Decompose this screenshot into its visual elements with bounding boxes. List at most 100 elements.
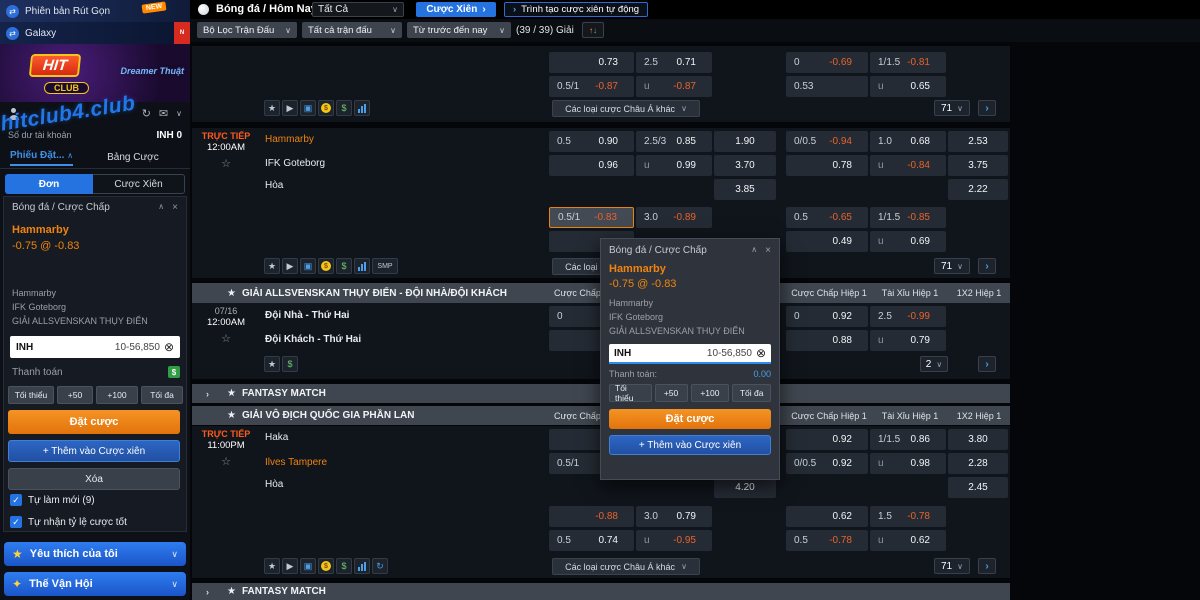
odds-cell[interactable]: 2.22 <box>948 179 1008 200</box>
odds-cell[interactable]: 0.62 <box>786 506 868 527</box>
play-icon[interactable]: ▶ <box>282 558 298 574</box>
odds-cell[interactable]: 0.53 <box>786 76 868 97</box>
odds-cell[interactable]: 0.5-0.65 <box>786 207 868 228</box>
chevron-down-icon[interactable]: ∨ <box>176 110 182 118</box>
odds-cell[interactable]: 0.50.90 <box>549 131 634 152</box>
hitclub-logo[interactable]: HIT CLUB Dreamer Thuật <box>0 44 190 102</box>
odds-cell[interactable]: u0.79 <box>870 330 946 351</box>
odds-cell[interactable]: 1.5-0.78 <box>870 506 946 527</box>
fantasy-header[interactable]: › ★ FANTASY MATCH <box>192 583 1010 600</box>
odds-cell[interactable]: 0.49 <box>786 231 868 252</box>
odds-cell[interactable]: 1.90 <box>714 131 776 152</box>
tab-bet-slip[interactable]: Phiếu Đặt... ∧ <box>10 150 73 166</box>
odds-cell[interactable]: u0.62 <box>870 530 946 551</box>
sort-toggle-button[interactable]: ↑↓ <box>582 22 604 38</box>
market-count-dropdown[interactable]: 71∨ <box>934 258 970 274</box>
odds-cell[interactable]: 2.5/30.85 <box>636 131 712 152</box>
plus-100-button[interactable]: +100 <box>691 384 730 402</box>
expand-markets-icon[interactable]: › <box>978 100 996 116</box>
collapse-icon[interactable]: ∧ <box>751 245 757 256</box>
stats-screen-icon[interactable]: ▣ <box>300 558 316 574</box>
collapse-arrow-icon[interactable]: › <box>206 587 209 597</box>
plus-100-button[interactable]: +100 <box>96 386 138 404</box>
odds-cell[interactable]: 2.5-0.99 <box>870 306 946 327</box>
odds-cell[interactable]: u-0.95 <box>636 530 712 551</box>
odds-cell[interactable]: 2.50.71 <box>636 52 712 73</box>
cashout-coin-icon[interactable]: $ <box>318 558 334 574</box>
odds-cell[interactable]: 2.45 <box>948 477 1008 498</box>
auto-refresh-option[interactable]: ✓ Tự làm mới (9) <box>10 494 95 506</box>
odds-cell[interactable]: u0.99 <box>636 155 712 176</box>
league-star-icon[interactable]: ★ <box>227 388 236 399</box>
segment-single[interactable]: Đơn <box>5 174 93 194</box>
parlay-generator-button[interactable]: › Trình tạo cược xiên tự động <box>504 2 648 17</box>
odds-cell[interactable]: 0.5-0.78 <box>786 530 868 551</box>
odds-cell[interactable]: u0.65 <box>870 76 946 97</box>
odds-cell[interactable]: 1/1.5-0.81 <box>870 52 946 73</box>
odds-cell-selected[interactable]: 0.5/1-0.83 <box>549 207 634 228</box>
clear-slip-button[interactable]: Xóa <box>8 468 180 490</box>
chart-icon[interactable] <box>354 558 370 574</box>
odds-cell[interactable]: 3.70 <box>714 155 776 176</box>
segment-parlay[interactable]: Cược Xiên <box>93 174 185 194</box>
favorites-bar[interactable]: ★ Yêu thích của tôi ∨ <box>4 542 186 566</box>
favorite-star-icon[interactable]: ★ <box>264 356 280 372</box>
cashout-coin-icon[interactable]: $ <box>318 100 334 116</box>
plus-50-button[interactable]: +50 <box>57 386 93 404</box>
add-to-parlay-button[interactable]: + Thêm vào Cược xiên <box>609 435 771 455</box>
stake-input[interactable]: INH 10-56,850 ⊗ <box>10 336 180 358</box>
match-filter-dropdown[interactable]: Bộ Lọc Trận Đấu∨ <box>197 22 297 38</box>
odds-cell[interactable]: 3.75 <box>948 155 1008 176</box>
market-count-dropdown[interactable]: 71∨ <box>934 100 970 116</box>
league-star-icon[interactable]: ★ <box>227 586 236 597</box>
league-star-icon[interactable]: ★ <box>227 288 236 299</box>
play-icon[interactable]: ▶ <box>282 100 298 116</box>
odds-cell[interactable]: 2.28 <box>948 453 1008 474</box>
stats-screen-icon[interactable]: ▣ <box>300 100 316 116</box>
all-matches-dropdown[interactable]: Tất cả trận đấu∨ <box>302 22 402 38</box>
odds-cell[interactable]: 1.00.68 <box>870 131 946 152</box>
close-icon[interactable]: × <box>765 245 771 256</box>
odds-cell[interactable]: 0.78 <box>786 155 868 176</box>
mail-icon[interactable]: ✉ <box>159 109 168 120</box>
time-range-dropdown[interactable]: Từ trước đến nay∨ <box>407 22 511 38</box>
odds-cell[interactable]: 0-0.69 <box>786 52 868 73</box>
min-stake-button[interactable]: Tối thiểu <box>609 384 652 402</box>
stake-input[interactable]: INH 10-56,850 ⊗ <box>609 344 771 364</box>
expand-markets-icon[interactable]: › <box>978 356 996 372</box>
smp-badge[interactable]: SMP <box>372 258 398 274</box>
odds-cell[interactable]: 1/1.50.86 <box>870 429 946 450</box>
league-star-icon[interactable]: ★ <box>227 410 236 421</box>
collapse-icon[interactable]: ∧ <box>158 202 164 213</box>
favorite-star-icon[interactable]: ★ <box>264 558 280 574</box>
odds-cell[interactable]: 3.85 <box>714 179 776 200</box>
refresh-icon[interactable]: ↻ <box>372 558 388 574</box>
market-count-dropdown[interactable]: 71∨ <box>934 558 970 574</box>
refresh-icon[interactable]: ↻ <box>142 109 151 120</box>
odds-cell[interactable]: u0.98 <box>870 453 946 474</box>
odds-cell[interactable]: 0.88 <box>786 330 868 351</box>
odds-cell[interactable]: 0/0.5-0.94 <box>786 131 868 152</box>
asian-markets-dropdown[interactable]: Các loại cược Châu Á khác∨ <box>552 558 700 575</box>
max-stake-button[interactable]: Tối đa <box>141 386 183 404</box>
max-stake-button[interactable]: Tối đa <box>732 384 771 402</box>
odds-cell[interactable]: 3.00.79 <box>636 506 712 527</box>
odds-cell[interactable]: -0.88 <box>549 506 634 527</box>
favorite-star-icon[interactable]: ★ <box>264 258 280 274</box>
place-bet-button[interactable]: Đặt cược <box>8 410 180 434</box>
olympics-bar[interactable]: ✦ Thế Vận Hội ∨ <box>4 572 186 596</box>
odds-cell[interactable]: 0.96 <box>549 155 634 176</box>
odds-cell[interactable]: 0.50.74 <box>549 530 634 551</box>
expand-markets-icon[interactable]: › <box>978 558 996 574</box>
promo-banner-galaxy[interactable]: ⇄ Galaxy N <box>0 22 190 44</box>
odds-cell[interactable]: u-0.87 <box>636 76 712 97</box>
dollar-icon[interactable]: $ <box>336 100 352 116</box>
place-bet-button[interactable]: Đặt cược <box>609 409 771 429</box>
asian-markets-dropdown[interactable]: Các loại cược Châu Á khác∨ <box>552 100 700 117</box>
odds-cell[interactable]: u0.69 <box>870 231 946 252</box>
checkbox-checked-icon[interactable]: ✓ <box>10 494 22 506</box>
stats-screen-icon[interactable]: ▣ <box>300 258 316 274</box>
cashout-coin-icon[interactable]: $ <box>318 258 334 274</box>
dollar-icon[interactable]: $ <box>336 558 352 574</box>
collapse-arrow-icon[interactable]: › <box>206 389 209 399</box>
